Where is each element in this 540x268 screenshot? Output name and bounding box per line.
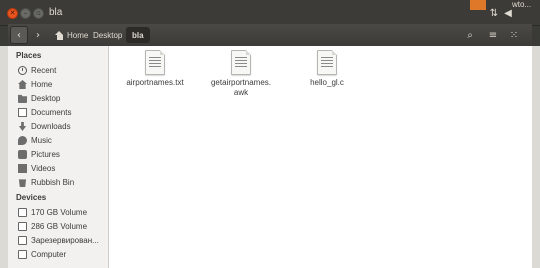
sidebar-item-computer[interactable]: Computer [8, 248, 108, 261]
sidebar-item-reserved-volume[interactable]: Зарезервирован... [8, 234, 108, 247]
panel-text: wto... [512, 0, 532, 9]
sidebar-item-music[interactable]: Music [8, 134, 108, 147]
devices-header: Devices [16, 193, 47, 202]
sidebar-item-videos[interactable]: Videos [8, 162, 108, 175]
breadcrumb-home[interactable]: Home [55, 27, 88, 43]
sidebar-item-pictures[interactable]: Pictures [8, 148, 108, 161]
c-source-file-icon [317, 50, 337, 75]
desktop-background [0, 46, 8, 268]
panel-indicator-icon[interactable] [470, 0, 486, 10]
sidebar-item-170gb-volume[interactable]: 170 GB Volume [8, 206, 108, 219]
drive-icon [18, 222, 27, 231]
folder-icon [18, 94, 27, 103]
sidebar-item-label: Downloads [31, 122, 71, 131]
search-button[interactable]: ⌕ [461, 27, 479, 43]
toolbar: ‹ › Home Desktop bla ⌕ ≡ ⁙ [8, 24, 532, 46]
chevron-left-icon: ‹ [17, 29, 21, 41]
sidebar-item-label: Зарезервирован... [31, 236, 99, 245]
places-header: Places [16, 51, 42, 60]
maximize-window-button[interactable]: ▫ [33, 8, 44, 19]
file-view[interactable]: airportnames.txt getairportnames. awk he… [109, 46, 532, 268]
back-button[interactable]: ‹ [10, 26, 28, 44]
sidebar-item-286gb-volume[interactable]: 286 GB Volume [8, 220, 108, 233]
close-window-button[interactable]: ✕ [7, 8, 18, 19]
sidebar-item-label: Pictures [31, 150, 60, 159]
text-file-icon [231, 50, 251, 75]
sidebar: Places Recent Home Desktop Documents Dow… [8, 46, 109, 268]
sidebar-item-label: Recent [31, 66, 57, 75]
file-name: getairportnames. awk [210, 78, 272, 97]
sidebar-item-label: Videos [31, 164, 56, 173]
video-icon [18, 164, 27, 173]
sidebar-item-rubbish-bin[interactable]: Rubbish Bin [8, 176, 108, 189]
file-item-hello-gl-c[interactable]: hello_gl.c [289, 50, 365, 88]
home-icon [55, 30, 64, 40]
clock-icon [18, 66, 27, 75]
sidebar-item-home[interactable]: Home [8, 78, 108, 91]
home-icon [18, 80, 27, 89]
file-item-airportnames-txt[interactable]: airportnames.txt [117, 50, 193, 88]
trash-icon [18, 179, 27, 187]
sidebar-item-label: Documents [31, 108, 72, 117]
drive-icon [18, 208, 27, 217]
list-view-button[interactable]: ≡ [484, 27, 502, 43]
search-icon: ⌕ [467, 29, 473, 41]
picture-icon [18, 150, 27, 159]
sidebar-item-label: Rubbish Bin [31, 178, 75, 187]
grid-icon: ⁙ [509, 29, 519, 41]
breadcrumb-home-label: Home [67, 30, 89, 40]
download-icon [18, 122, 27, 131]
minimize-window-button[interactable]: – [20, 8, 31, 19]
sidebar-item-label: Computer [31, 250, 67, 259]
breadcrumb-current[interactable]: bla [126, 27, 150, 43]
window-title: bla [49, 7, 63, 18]
chevron-right-icon: › [36, 29, 40, 41]
sidebar-item-downloads[interactable]: Downloads [8, 120, 108, 133]
text-file-icon [145, 50, 165, 75]
file-item-getairportnames-awk[interactable]: getairportnames. awk [203, 50, 279, 98]
sidebar-item-label: Desktop [31, 94, 61, 103]
file-name: airportnames.txt [126, 78, 184, 87]
forward-button[interactable]: › [29, 26, 47, 44]
title-bar: ✕ – ▫ bla ⇅ ◀ wto... [0, 0, 540, 26]
sidebar-item-recent[interactable]: Recent [8, 64, 108, 77]
sidebar-item-label: 170 GB Volume [31, 208, 88, 217]
breadcrumb-desktop-label: Desktop [93, 30, 123, 40]
sidebar-item-documents[interactable]: Documents [8, 106, 108, 119]
document-icon [18, 108, 27, 117]
drive-icon [18, 236, 27, 245]
sidebar-item-desktop[interactable]: Desktop [8, 92, 108, 105]
computer-icon [18, 250, 27, 259]
list-icon: ≡ [488, 29, 498, 41]
desktop-background-right [532, 46, 540, 268]
file-name: hello_gl.c [310, 78, 344, 87]
sidebar-item-label: Music [31, 136, 52, 145]
music-icon [18, 136, 27, 145]
grid-view-button[interactable]: ⁙ [505, 27, 523, 43]
breadcrumb-current-label: bla [132, 30, 144, 40]
sidebar-item-label: Home [31, 80, 53, 89]
sidebar-item-label: 286 GB Volume [31, 222, 88, 231]
breadcrumb-desktop[interactable]: Desktop [93, 27, 122, 43]
